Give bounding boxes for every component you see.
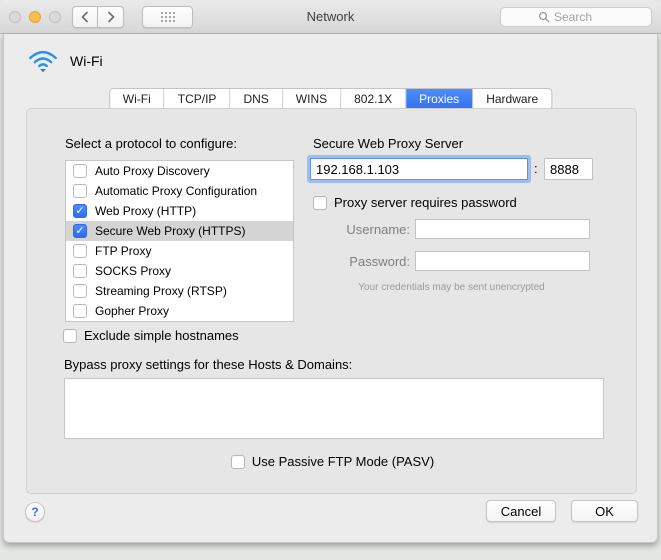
protocol-row-gopher-proxy[interactable]: Gopher Proxy [66,301,293,321]
title-bar: Network [0,0,661,34]
passive-ftp-group[interactable]: Use Passive FTP Mode (PASV) [230,454,435,469]
ok-button[interactable]: OK [571,500,638,522]
protocol-label: SOCKS Proxy [95,264,172,278]
proxy-server-port-input[interactable] [544,158,593,180]
protocol-label: Streaming Proxy (RTSP) [95,284,227,298]
bypass-hosts-textarea[interactable] [64,378,604,439]
tab-proxies[interactable]: Proxies [406,89,474,109]
password-row: Password: [310,251,590,271]
password-label: Password: [349,253,410,269]
tab-hardware[interactable]: Hardware [473,89,552,109]
search-icon [538,11,550,23]
tab-wifi[interactable]: Wi-Fi [109,89,165,109]
protocol-label: Secure Web Proxy (HTTPS) [95,224,246,238]
tab-tcpip[interactable]: TCP/IP [164,89,231,109]
checkbox-web-proxy-http[interactable] [73,204,87,218]
checkbox-ftp-proxy[interactable] [73,244,87,258]
passive-ftp-label: Use Passive FTP Mode (PASV) [251,454,435,469]
credentials-warning: Your credentials may be sent unencrypted [358,282,545,293]
requires-password-checkbox[interactable] [313,195,327,210]
service-name: Wi-Fi [70,52,103,69]
username-input[interactable] [415,219,590,239]
service-header: Wi-Fi [28,48,103,73]
protocol-row-web-proxy-http[interactable]: Web Proxy (HTTP) [66,201,293,221]
exclude-hostnames-row[interactable]: Exclude simple hostnames [63,328,239,343]
help-button[interactable]: ? [25,502,45,522]
exclude-hostnames-label: Exclude simple hostnames [84,328,239,343]
username-label: Username: [346,221,410,237]
protocol-row-secure-web-proxy-https[interactable]: Secure Web Proxy (HTTPS) [66,221,293,241]
checkbox-secure-web-proxy-https[interactable] [73,224,87,238]
protocol-label: Automatic Proxy Configuration [95,184,258,198]
search-field[interactable] [500,7,652,27]
protocol-row-automatic-proxy-configuration[interactable]: Automatic Proxy Configuration [66,181,293,201]
protocol-label: Web Proxy (HTTP) [95,204,197,218]
checkbox-socks-proxy[interactable] [73,264,87,278]
port-separator: : [534,161,538,176]
protocol-list: Auto Proxy Discovery Automatic Proxy Con… [65,160,294,322]
wifi-icon [29,50,57,73]
proxy-server-label: Secure Web Proxy Server [313,136,464,151]
checkbox-automatic-proxy-configuration[interactable] [73,184,87,198]
checkbox-auto-proxy-discovery[interactable] [73,164,87,178]
checkbox-gopher-proxy[interactable] [73,304,87,318]
protocol-list-label: Select a protocol to configure: [65,136,237,151]
tab-8021x[interactable]: 802.1X [341,89,407,109]
protocol-row-socks-proxy[interactable]: SOCKS Proxy [66,261,293,281]
checkbox-streaming-proxy-rtsp[interactable] [73,284,87,298]
protocol-label: FTP Proxy [95,244,152,258]
protocol-row-streaming-proxy-rtsp[interactable]: Streaming Proxy (RTSP) [66,281,293,301]
password-input[interactable] [415,251,590,271]
search-input[interactable] [554,10,614,24]
proxies-panel: Select a protocol to configure: Auto Pro… [26,108,637,494]
requires-password-row[interactable]: Proxy server requires password [313,195,517,210]
bypass-label: Bypass proxy settings for these Hosts & … [64,357,353,372]
help-icon: ? [31,505,39,519]
passive-ftp-checkbox[interactable] [230,454,245,469]
tab-wins[interactable]: WINS [282,89,342,109]
passive-ftp-row: Use Passive FTP Mode (PASV) [27,454,638,469]
requires-password-label: Proxy server requires password [334,195,517,210]
protocol-row-auto-proxy-discovery[interactable]: Auto Proxy Discovery [66,161,293,181]
cancel-button[interactable]: Cancel [486,500,556,522]
protocol-label: Gopher Proxy [95,304,170,318]
network-preferences-window: Network Wi-Fi Wi-Fi TCP/IP DNS WINS 802.… [0,0,661,560]
protocol-label: Auto Proxy Discovery [95,164,210,178]
proxy-server-address-input[interactable] [310,158,528,180]
username-row: Username: [310,219,590,239]
tab-bar: Wi-Fi TCP/IP DNS WINS 802.1X Proxies Har… [108,88,553,110]
tab-dns[interactable]: DNS [230,89,283,109]
exclude-hostnames-checkbox[interactable] [63,328,77,343]
proxies-sheet: Wi-Fi Wi-Fi TCP/IP DNS WINS 802.1X Proxi… [3,34,658,543]
protocol-row-ftp-proxy[interactable]: FTP Proxy [66,241,293,261]
